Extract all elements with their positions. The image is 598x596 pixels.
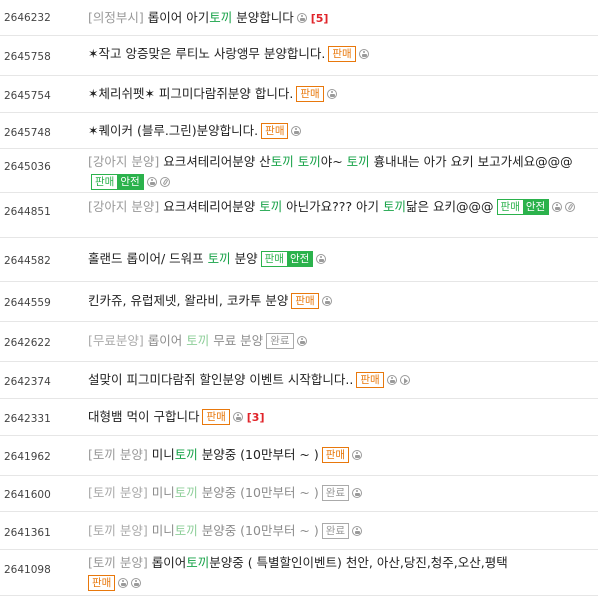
table-row: 2644559 킨카쥬, 유럽제넷, 왈라비, 코카투 분양 판매 (0, 282, 598, 322)
sell-badge: 판매 (88, 575, 116, 591)
post-title-link[interactable]: ✶작고 앙증맞은 루티노 사랑앵무 분양합니다. 판매 (88, 44, 592, 64)
table-row: 2645754 ✶체리쉬펫✶ 피그미다람쥐분양 합니다. 판매 (0, 76, 598, 113)
photo-icon (326, 89, 337, 99)
category-label: [토끼 분양] (88, 447, 148, 462)
table-row: 2641098 [토끼 분양] 롭이어토끼분양중 ( 특별할인이벤트) 천안, … (0, 550, 598, 596)
post-number: 2646232 (4, 12, 51, 24)
post-title-link[interactable]: 대형뱀 먹이 구합니다 판매 [3] (88, 407, 592, 428)
sell-safe-badge: 판매 안전 (496, 199, 550, 215)
done-badge: 완료 (321, 523, 350, 539)
category-label: [의정부시] (88, 10, 144, 25)
category-label: [토끼 분양] (88, 523, 148, 538)
post-title-link[interactable]: 홀랜드 롭이어/ 드워프 토끼 분양 판매 안전 (88, 249, 592, 269)
photo-icon (146, 177, 157, 187)
post-number: 2642622 (4, 337, 51, 349)
category-label: [토끼 분양] (88, 555, 148, 570)
photo-icon (296, 13, 307, 23)
sell-safe-badge: 판매 안전 (91, 174, 144, 190)
photo-icon (316, 254, 327, 264)
photo-icon (291, 126, 302, 136)
post-title-link[interactable]: ✶퀘이커 (블루.그린)분양합니다. 판매 (88, 121, 592, 141)
post-number: 2645036 (4, 161, 51, 173)
category-label: [강아지 분양] (88, 199, 160, 214)
post-number: 2642374 (4, 376, 51, 388)
attachment-icon (159, 177, 170, 187)
post-number: 2641361 (4, 527, 51, 539)
photo-icon (131, 578, 142, 588)
video-icon (399, 375, 410, 385)
table-row: 2646232 [의정부시] 롭이어 아기토끼 분양합니다 [5] (0, 0, 598, 36)
post-title-link[interactable]: 설맞이 피그미다람쥐 할인분양 이벤트 시작합니다.. 판매 (88, 370, 592, 390)
table-row: 2641962 [토끼 분양] 미니토끼 분양중 (10만부터 ~ ) 판매 (0, 436, 598, 476)
post-number: 2641098 (4, 564, 51, 576)
done-badge: 완료 (321, 485, 350, 501)
attachment-icon (565, 202, 576, 212)
photo-icon (386, 375, 397, 385)
table-row: 2644582 홀랜드 롭이어/ 드워프 토끼 분양 판매 안전 (0, 238, 598, 282)
table-row: 2645748 ✶퀘이커 (블루.그린)분양합니다. 판매 (0, 113, 598, 149)
table-row: 2641600 [토끼 분양] 미니토끼 분양중 (10만부터 ~ ) 완료 (0, 476, 598, 512)
post-title-link[interactable]: [강아지 분양] 요크셔테리어분양 산토끼 토끼야~ 토끼 흉내내는 아가 요키… (88, 152, 592, 192)
table-row: 2642374 설맞이 피그미다람쥐 할인분양 이벤트 시작합니다.. 판매 (0, 362, 598, 399)
post-list: 2646232 [의정부시] 롭이어 아기토끼 분양합니다 [5] 2645758… (0, 0, 598, 596)
post-number: 2645748 (4, 127, 51, 139)
photo-icon (321, 296, 332, 306)
post-number: 2641600 (4, 489, 51, 501)
sell-safe-badge: 판매 안전 (260, 251, 314, 267)
post-number: 2644559 (4, 297, 51, 309)
category-label: [무료분양] (88, 333, 144, 348)
post-title-link[interactable]: [토끼 분양] 미니토끼 분양중 (10만부터 ~ ) 완료 (88, 521, 592, 541)
sell-badge: 판매 (202, 409, 230, 425)
post-title-link[interactable]: [무료분양] 롭이어 토끼 무료 분양 완료 (88, 331, 592, 351)
post-title-link[interactable]: ✶체리쉬펫✶ 피그미다람쥐분양 합니다. 판매 (88, 84, 592, 104)
post-number: 2645758 (4, 51, 51, 63)
table-row: 2645036 [강아지 분양] 요크셔테리어분양 산토끼 토끼야~ 토끼 흉내… (0, 149, 598, 193)
photo-icon (552, 202, 563, 212)
comment-count[interactable]: [5] (311, 12, 329, 25)
photo-icon (296, 336, 307, 346)
photo-icon (352, 488, 363, 498)
sell-badge: 판매 (356, 372, 384, 388)
post-title-link[interactable]: [의정부시] 롭이어 아기토끼 분양합니다 [5] (88, 8, 592, 29)
photo-icon (352, 450, 363, 460)
table-row: 2642331 대형뱀 먹이 구합니다 판매 [3] (0, 399, 598, 436)
comment-count[interactable]: [3] (247, 411, 265, 424)
sell-badge: 판매 (321, 447, 350, 463)
table-row: 2642622 [무료분양] 롭이어 토끼 무료 분양 완료 (0, 322, 598, 362)
sell-badge: 판매 (291, 293, 319, 309)
category-label: [토끼 분양] (88, 485, 148, 500)
post-title-link[interactable]: [강아지 분양] 요크셔테리어분양 토끼 아닌가요??? 아기 토끼닮은 요키@… (88, 197, 592, 217)
post-number: 2644851 (4, 206, 51, 218)
post-number: 2641962 (4, 451, 51, 463)
post-title-link[interactable]: [토끼 분양] 롭이어토끼분양중 ( 특별할인이벤트) 천안, 아산,당진,청주… (88, 553, 592, 593)
done-badge: 완료 (266, 333, 294, 349)
photo-icon (358, 49, 369, 59)
sell-badge: 판매 (328, 46, 356, 62)
post-number: 2642331 (4, 413, 51, 425)
table-row: 2644851 [강아지 분양] 요크셔테리어분양 토끼 아닌가요??? 아기 … (0, 193, 598, 238)
photo-icon (352, 526, 363, 536)
post-number: 2644582 (4, 255, 51, 267)
photo-icon (232, 412, 243, 422)
post-title-link[interactable]: 킨카쥬, 유럽제넷, 왈라비, 코카투 분양 판매 (88, 291, 592, 311)
category-label: [강아지 분양] (88, 154, 160, 169)
table-row: 2641361 [토끼 분양] 미니토끼 분양중 (10만부터 ~ ) 완료 (0, 512, 598, 550)
sell-badge: 판매 (261, 123, 289, 139)
post-title-link[interactable]: [토끼 분양] 미니토끼 분양중 (10만부터 ~ ) 완료 (88, 483, 592, 503)
table-row: 2645758 ✶작고 앙증맞은 루티노 사랑앵무 분양합니다. 판매 (0, 36, 598, 76)
post-number: 2645754 (4, 90, 51, 102)
post-title-link[interactable]: [토끼 분양] 미니토끼 분양중 (10만부터 ~ ) 판매 (88, 445, 592, 465)
sell-badge: 판매 (296, 86, 324, 102)
photo-icon (118, 578, 129, 588)
